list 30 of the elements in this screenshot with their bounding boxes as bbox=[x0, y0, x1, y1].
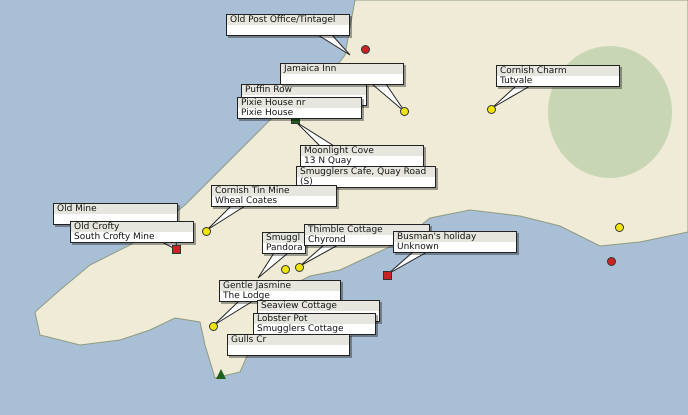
map-marker[interactable] bbox=[172, 245, 181, 254]
callout-text: Seaview Cottage bbox=[258, 301, 379, 311]
callout-text: Smuggl bbox=[263, 233, 305, 243]
callout-text: Pixie House bbox=[240, 108, 294, 118]
callout-text: Old Mine bbox=[54, 204, 177, 214]
callout-text: Gentle Jasmine bbox=[220, 281, 340, 291]
callout-text: Old Crofty bbox=[71, 222, 193, 232]
map-marker[interactable] bbox=[607, 257, 616, 266]
callout-text: 13 N Quay bbox=[303, 156, 353, 166]
callout-text: Tutvale bbox=[499, 76, 534, 86]
callout-text: Busman's holiday bbox=[394, 232, 516, 242]
callout-text: Gulls Cr bbox=[228, 335, 349, 345]
callout-text: Cornish Charm bbox=[497, 66, 619, 76]
callout-text: Old Post Office/Tintagel bbox=[227, 15, 349, 25]
map-marker[interactable] bbox=[216, 369, 226, 379]
callout-text: (S) bbox=[299, 177, 314, 187]
callout-text: Jamaica Inn bbox=[281, 64, 403, 74]
callout-text: Pandora bbox=[265, 243, 304, 253]
callout-text: Smugglers Cafe, Quay Road bbox=[297, 167, 435, 177]
callout-text: Moonlight Cove bbox=[301, 146, 423, 156]
callout-text: South Crofty Mine bbox=[73, 232, 156, 242]
callout-text: The Lodge bbox=[222, 291, 271, 301]
callout-text: Wheal Coates bbox=[214, 196, 278, 206]
callout-text: Unknown bbox=[396, 242, 440, 252]
callout-text: Pixie House nr bbox=[238, 98, 361, 108]
callout-text: Lobster Pot bbox=[254, 314, 375, 324]
callout-text: Cornish Tin Mine bbox=[212, 186, 336, 196]
callout-text: Smugglers Cottage bbox=[256, 324, 345, 334]
map-marker[interactable] bbox=[383, 271, 392, 280]
callout-text: Puffin Row bbox=[242, 85, 366, 95]
